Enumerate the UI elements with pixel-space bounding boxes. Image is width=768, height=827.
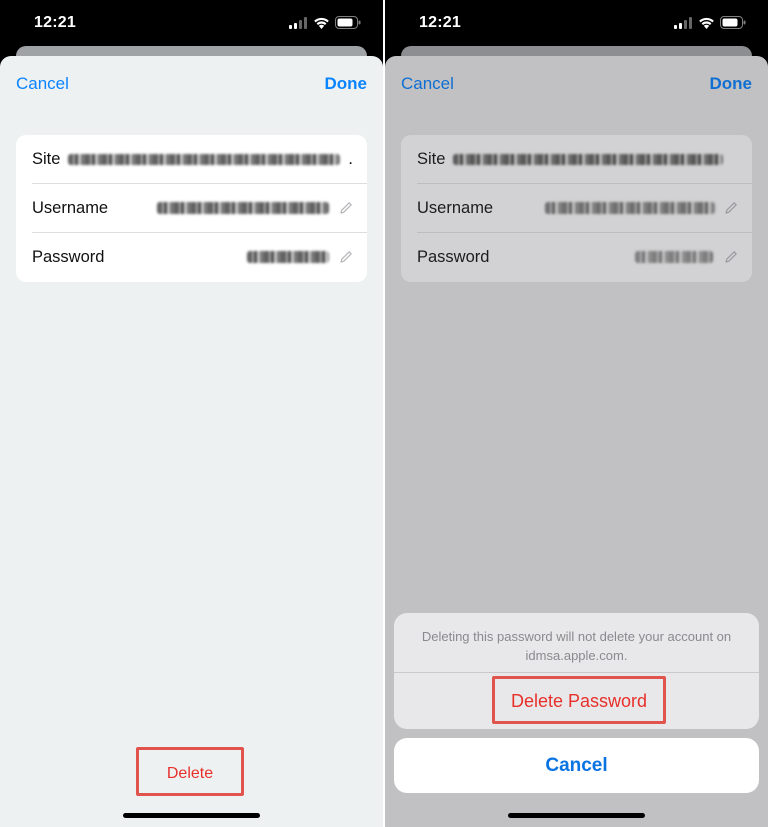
- delete-button[interactable]: Delete: [136, 747, 244, 796]
- username-value-redacted: [157, 202, 329, 214]
- delete-label: Delete: [166, 765, 214, 782]
- action-sheet-message: Deleting this password will not delete y…: [404, 627, 749, 665]
- status-bar: 12:21: [0, 0, 383, 46]
- screen-right: 12:21 Cancel Done Site Username Password…: [385, 0, 768, 827]
- action-sheet: Deleting this password will not delete y…: [394, 613, 759, 729]
- delete-password-button[interactable]: Delete Password: [492, 676, 666, 724]
- home-indicator: [508, 813, 645, 818]
- site-value-redacted: [68, 154, 340, 165]
- pencil-icon[interactable]: [724, 250, 738, 264]
- action-sheet-message-line1: Deleting this password will not delete y…: [421, 629, 732, 644]
- battery-icon: [720, 16, 746, 29]
- cancel-button[interactable]: Cancel: [401, 74, 454, 94]
- password-label: Password: [32, 248, 105, 266]
- site-label: Site: [417, 150, 446, 168]
- credential-form: Site Username Password: [401, 135, 752, 282]
- site-label: Site: [32, 150, 61, 168]
- site-ellipsis: .: [348, 149, 353, 168]
- username-value-redacted: [545, 202, 715, 214]
- site-row[interactable]: Site .: [16, 135, 367, 184]
- username-label: Username: [417, 199, 494, 217]
- screen-left: 12:21 Cancel Done Site . Username Passwo…: [0, 0, 383, 827]
- password-row[interactable]: Password: [16, 233, 367, 282]
- action-sheet-cancel-label: Cancel: [545, 755, 608, 776]
- username-label: Username: [32, 199, 109, 217]
- password-row[interactable]: Password: [401, 233, 752, 282]
- status-icons: [674, 16, 746, 29]
- action-sheet-message-line2: idmsa.apple.com.: [525, 648, 628, 663]
- delete-password-label: Delete Password: [510, 691, 648, 711]
- password-value-redacted: [635, 251, 713, 263]
- credential-form: Site . Username Password: [16, 135, 367, 282]
- cellular-icon: [674, 16, 692, 29]
- battery-icon: [335, 16, 361, 29]
- done-button[interactable]: Done: [710, 74, 753, 94]
- home-indicator: [123, 813, 260, 818]
- action-sheet-cancel-button[interactable]: Cancel: [394, 738, 759, 793]
- username-row[interactable]: Username: [401, 184, 752, 233]
- site-value-redacted: [453, 154, 723, 165]
- pencil-icon[interactable]: [339, 250, 353, 264]
- username-row[interactable]: Username: [16, 184, 367, 233]
- site-row[interactable]: Site: [401, 135, 752, 184]
- wifi-icon: [314, 17, 329, 29]
- cellular-icon: [289, 16, 307, 29]
- action-sheet-divider: [394, 672, 759, 673]
- password-value-redacted: [247, 251, 329, 263]
- wifi-icon: [699, 17, 714, 29]
- cancel-button[interactable]: Cancel: [16, 74, 69, 94]
- pencil-icon[interactable]: [339, 201, 353, 215]
- password-label: Password: [417, 248, 490, 266]
- status-icons: [289, 16, 361, 29]
- status-time: 12:21: [419, 14, 461, 31]
- status-time: 12:21: [34, 14, 76, 31]
- done-button[interactable]: Done: [325, 74, 368, 94]
- status-bar: 12:21: [385, 0, 768, 46]
- pencil-icon[interactable]: [724, 201, 738, 215]
